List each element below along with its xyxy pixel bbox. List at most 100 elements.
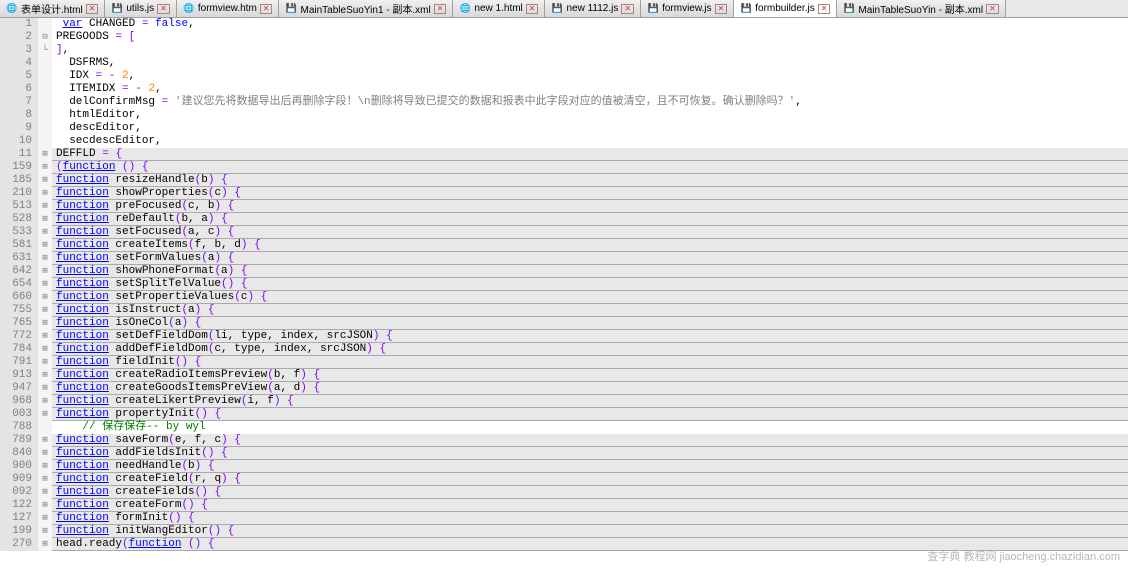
line-number[interactable]: 755 <box>0 304 38 317</box>
line-number[interactable]: 9 <box>0 122 38 135</box>
code-content[interactable]: var CHANGED = false, <box>52 18 1128 31</box>
line-number[interactable]: 11 <box>0 148 38 161</box>
line-number[interactable]: 533 <box>0 226 38 239</box>
code-line[interactable]: 755⊞function isInstruct(a) { <box>0 304 1128 317</box>
close-icon[interactable]: ✕ <box>86 4 99 14</box>
line-number[interactable]: 513 <box>0 200 38 213</box>
code-line[interactable]: 789⊞function saveForm(e, f, c) { <box>0 434 1128 447</box>
tab-7[interactable]: 💾formbuilder.js✕ <box>734 0 837 17</box>
line-number[interactable]: 528 <box>0 213 38 226</box>
code-content[interactable]: function createRadioItemsPreview(b, f) { <box>52 369 1128 382</box>
line-number[interactable]: 5 <box>0 70 38 83</box>
line-number[interactable]: 791 <box>0 356 38 369</box>
code-content[interactable]: function setFormValues(a) { <box>52 252 1128 265</box>
line-number[interactable]: 127 <box>0 512 38 525</box>
fold-marker[interactable]: ⊞ <box>38 317 52 330</box>
fold-marker[interactable]: ⊞ <box>38 525 52 538</box>
fold-marker[interactable]: ⊞ <box>38 499 52 512</box>
line-number[interactable]: 765 <box>0 317 38 330</box>
tab-8[interactable]: 💾MainTableSuoYin - 副本.xml✕ <box>837 0 1005 17</box>
line-number[interactable]: 003 <box>0 408 38 421</box>
fold-marker[interactable]: ⊞ <box>38 278 52 291</box>
fold-marker[interactable]: ⊞ <box>38 343 52 356</box>
fold-marker[interactable]: ⊞ <box>38 447 52 460</box>
line-number[interactable]: 4 <box>0 57 38 70</box>
code-line[interactable]: 772⊞function setDefFieldDom(li, type, in… <box>0 330 1128 343</box>
fold-marker[interactable]: ⊞ <box>38 148 52 161</box>
code-line[interactable]: 185⊞function resizeHandle(b) { <box>0 174 1128 187</box>
line-number[interactable]: 185 <box>0 174 38 187</box>
fold-marker[interactable]: ⊞ <box>38 408 52 421</box>
line-number[interactable]: 660 <box>0 291 38 304</box>
line-number[interactable]: 788 <box>0 421 38 434</box>
close-icon[interactable]: ✕ <box>526 4 539 14</box>
code-content[interactable]: function createGoodsItemsPreView(a, d) { <box>52 382 1128 395</box>
code-content[interactable]: function showPhoneFormat(a) { <box>52 265 1128 278</box>
close-icon[interactable]: ✕ <box>621 4 634 14</box>
code-line[interactable]: 968⊞function createLikertPreview(i, f) { <box>0 395 1128 408</box>
fold-marker[interactable]: ⊞ <box>38 252 52 265</box>
fold-marker[interactable]: ⊞ <box>38 356 52 369</box>
code-line[interactable]: 4 DSFRMS, <box>0 57 1128 70</box>
line-number[interactable]: 900 <box>0 460 38 473</box>
line-number[interactable]: 092 <box>0 486 38 499</box>
code-content[interactable]: PREGOODS = [ <box>52 31 1128 44</box>
code-line[interactable]: 10 secdescEditor, <box>0 135 1128 148</box>
code-line[interactable]: 784⊞function addDefFieldDom(c, type, ind… <box>0 343 1128 356</box>
fold-marker[interactable]: ⊞ <box>38 200 52 213</box>
line-number[interactable]: 122 <box>0 499 38 512</box>
code-content[interactable]: function needHandle(b) { <box>52 460 1128 473</box>
fold-marker[interactable]: ⊞ <box>38 226 52 239</box>
fold-marker[interactable]: ⊞ <box>38 213 52 226</box>
code-line[interactable]: 642⊞function showPhoneFormat(a) { <box>0 265 1128 278</box>
code-content[interactable]: descEditor, <box>52 122 1128 135</box>
code-content[interactable]: // 保存保存-- by wyl <box>52 421 1128 434</box>
line-number[interactable]: 631 <box>0 252 38 265</box>
close-icon[interactable]: ✕ <box>260 4 273 14</box>
close-icon[interactable]: ✕ <box>986 4 999 14</box>
code-content[interactable]: function createItems(f, b, d) { <box>52 239 1128 252</box>
line-number[interactable]: 3 <box>0 44 38 57</box>
tab-6[interactable]: 💾formview.js✕ <box>641 0 734 17</box>
code-line[interactable]: 533⊞function setFocused(a, c) { <box>0 226 1128 239</box>
code-content[interactable]: function preFocused(c, b) { <box>52 200 1128 213</box>
code-line[interactable]: 7 delConfirmMsg = '建议您先将数据导出后再删除字段！\n删除将… <box>0 96 1128 109</box>
fold-marker[interactable]: ⊞ <box>38 161 52 174</box>
line-number[interactable]: 210 <box>0 187 38 200</box>
line-number[interactable]: 2 <box>0 31 38 44</box>
code-line[interactable]: 9 descEditor, <box>0 122 1128 135</box>
line-number[interactable]: 7 <box>0 96 38 109</box>
code-line[interactable]: 947⊞function createGoodsItemsPreView(a, … <box>0 382 1128 395</box>
line-number[interactable]: 789 <box>0 434 38 447</box>
fold-marker[interactable]: ⊞ <box>38 512 52 525</box>
code-line[interactable]: 765⊞function isOneCol(a) { <box>0 317 1128 330</box>
code-content[interactable]: function setFocused(a, c) { <box>52 226 1128 239</box>
fold-marker[interactable]: ⊞ <box>38 486 52 499</box>
code-content[interactable]: function reDefault(b, a) { <box>52 213 1128 226</box>
code-line[interactable]: 092⊞function createFields() { <box>0 486 1128 499</box>
code-content[interactable]: function addFieldsInit() { <box>52 447 1128 460</box>
fold-marker[interactable]: ⊟ <box>38 31 52 44</box>
code-content[interactable]: (function () { <box>52 161 1128 174</box>
line-number[interactable]: 6 <box>0 83 38 96</box>
fold-marker[interactable]: ⊞ <box>38 265 52 278</box>
code-line[interactable]: 913⊞function createRadioItemsPreview(b, … <box>0 369 1128 382</box>
code-content[interactable]: function setDefFieldDom(li, type, index,… <box>52 330 1128 343</box>
code-line[interactable]: 127⊞function formInit() { <box>0 512 1128 525</box>
code-content[interactable]: function setSplitTelValue() { <box>52 278 1128 291</box>
line-number[interactable]: 772 <box>0 330 38 343</box>
line-number[interactable]: 909 <box>0 473 38 486</box>
code-line[interactable]: 210⊞function showProperties(c) { <box>0 187 1128 200</box>
code-line[interactable]: 840⊞function addFieldsInit() { <box>0 447 1128 460</box>
tab-5[interactable]: 💾new 1112.js✕ <box>545 0 641 17</box>
code-content[interactable]: function isOneCol(a) { <box>52 317 1128 330</box>
close-icon[interactable]: ✕ <box>157 4 170 14</box>
line-number[interactable]: 199 <box>0 525 38 538</box>
code-line[interactable]: 5 IDX = - 2, <box>0 70 1128 83</box>
line-number[interactable]: 947 <box>0 382 38 395</box>
code-content[interactable]: function createLikertPreview(i, f) { <box>52 395 1128 408</box>
code-content[interactable]: function fieldInit() { <box>52 356 1128 369</box>
code-content[interactable]: function initWangEditor() { <box>52 525 1128 538</box>
fold-marker[interactable]: ⊞ <box>38 239 52 252</box>
fold-marker[interactable]: ⊞ <box>38 395 52 408</box>
